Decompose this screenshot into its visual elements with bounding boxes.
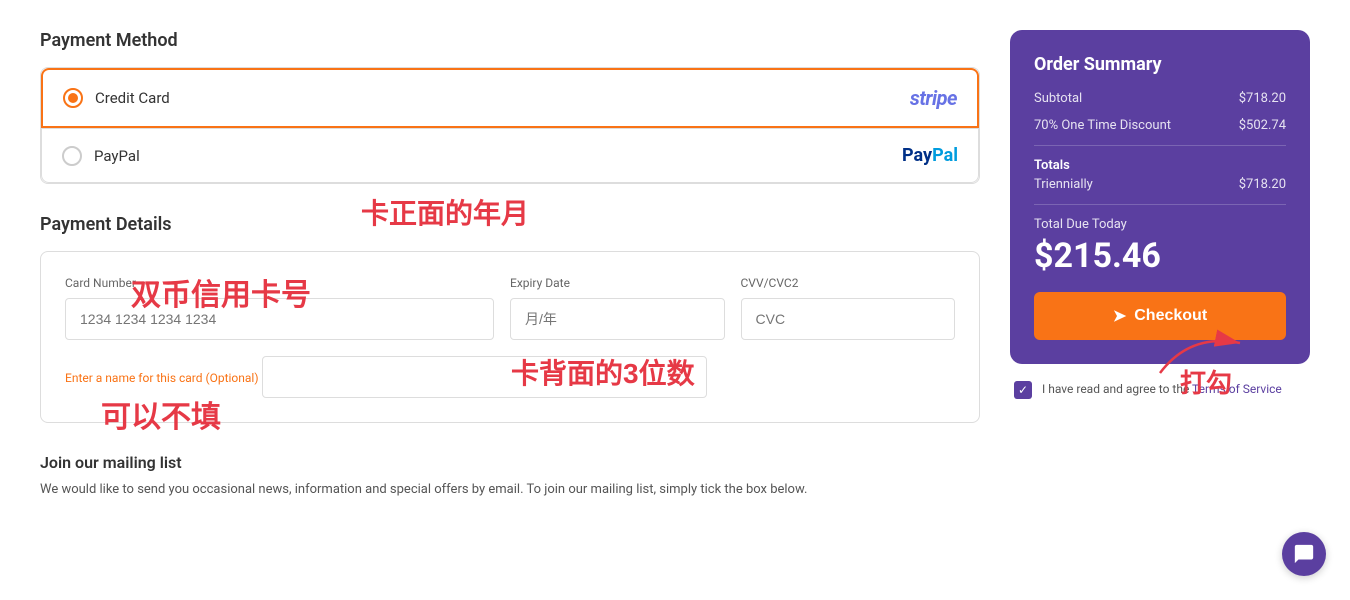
- payment-method-title: Payment Method: [40, 30, 980, 51]
- mailing-title: Join our mailing list: [40, 453, 980, 472]
- triennially-row: Triennially $718.20: [1034, 177, 1286, 192]
- cvc-input[interactable]: [741, 298, 956, 340]
- triennially-value: $718.20: [1239, 177, 1286, 192]
- paypal-radio[interactable]: [62, 146, 82, 166]
- cvc-group: CVV/CVC2: [741, 276, 956, 340]
- order-divider-2: [1034, 204, 1286, 205]
- optional-name-group: Enter a name for this card (Optional): [65, 356, 955, 398]
- cvc-label: CVV/CVC2: [741, 276, 956, 290]
- subtotal-row: Subtotal $718.20: [1034, 91, 1286, 106]
- terms-pretext: I have read and agree to the: [1042, 382, 1192, 396]
- totals-label: Totals: [1034, 158, 1286, 173]
- paypal-pal-text: Pal: [932, 145, 958, 166]
- discount-value: $502.74: [1239, 118, 1286, 133]
- payment-details-box: Card Number Expiry Date CVV/CVC2 Enter a…: [40, 251, 980, 423]
- mailing-text: We would like to send you occasional new…: [40, 480, 980, 500]
- discount-row: 70% One Time Discount $502.74: [1034, 118, 1286, 133]
- expiry-label: Expiry Date: [510, 276, 725, 290]
- total-due-amount: $215.46: [1034, 236, 1286, 276]
- order-summary: Order Summary Subtotal $718.20 70% One T…: [1010, 30, 1310, 364]
- checkout-arrow-icon: ➤: [1113, 306, 1126, 326]
- expiry-group: Expiry Date: [510, 276, 725, 340]
- payment-method-container: Credit Card stripe PayPal PayPal: [40, 67, 980, 184]
- annot-dagou: 打勾: [1180, 363, 1232, 400]
- paypal-pay-text: Pay: [902, 145, 932, 166]
- paypal-label: PayPal: [94, 147, 140, 165]
- order-divider-1: [1034, 145, 1286, 146]
- triennially-label: Triennially: [1034, 177, 1093, 192]
- card-fields-row: Card Number Expiry Date CVV/CVC2: [65, 276, 955, 340]
- optional-name-label: Enter a name for this card (Optional): [65, 371, 259, 385]
- payment-details-title: Payment Details: [40, 214, 980, 235]
- expiry-input[interactable]: [510, 298, 725, 340]
- chat-bubble[interactable]: [1282, 532, 1326, 576]
- credit-card-option[interactable]: Credit Card stripe: [41, 68, 979, 128]
- paypal-option[interactable]: PayPal PayPal: [41, 128, 979, 183]
- credit-card-left: Credit Card: [63, 88, 170, 108]
- terms-checkbox[interactable]: ✓: [1014, 381, 1032, 399]
- subtotal-value: $718.20: [1239, 91, 1286, 106]
- sidebar: Order Summary Subtotal $718.20 70% One T…: [1010, 30, 1310, 500]
- card-name-input[interactable]: [262, 356, 707, 398]
- subtotal-label: Subtotal: [1034, 91, 1082, 106]
- order-summary-title: Order Summary: [1034, 54, 1286, 75]
- chat-icon: [1293, 543, 1315, 565]
- stripe-logo: stripe: [910, 86, 957, 110]
- card-number-input[interactable]: [65, 298, 494, 340]
- paypal-logo: PayPal: [902, 145, 958, 166]
- card-number-label: Card Number: [65, 276, 494, 290]
- mailing-section: Join our mailing list We would like to s…: [40, 453, 980, 500]
- credit-card-label: Credit Card: [95, 89, 170, 107]
- credit-card-radio-inner: [68, 93, 78, 103]
- discount-label: 70% One Time Discount: [1034, 118, 1171, 133]
- annot-optional: 可以不填: [101, 392, 221, 436]
- paypal-left: PayPal: [62, 146, 140, 166]
- total-due-label: Total Due Today: [1034, 217, 1286, 232]
- credit-card-radio[interactable]: [63, 88, 83, 108]
- card-number-group: Card Number: [65, 276, 494, 340]
